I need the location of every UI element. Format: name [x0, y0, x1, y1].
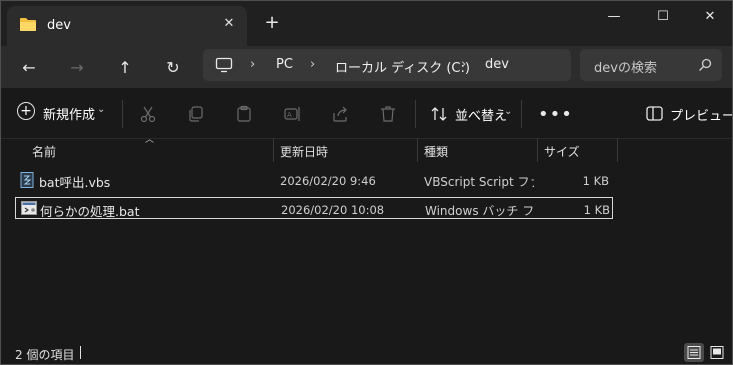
file-date: 2026/02/20 10:08: [281, 203, 385, 217]
item-count: 2 個の項目: [15, 348, 75, 362]
breadcrumb-dev[interactable]: dev: [485, 57, 509, 72]
folder-icon: [19, 17, 37, 35]
toolbar-divider: [122, 100, 123, 128]
file-row-selected[interactable]: 何らかの処理.bat 2026/02/20 10:08 Windows バッチ …: [15, 197, 613, 219]
delete-icon[interactable]: [379, 105, 397, 123]
tiles-view-button[interactable]: [707, 343, 727, 362]
file-name: bat呼出.vbs: [39, 175, 111, 190]
new-label: 新規作成: [43, 108, 96, 123]
navigation-bar: ← → ↑ ↻ › PC › ローカル ディスク (C:) › dev devの…: [1, 46, 732, 88]
vbscript-file-icon: [20, 172, 34, 191]
column-header-name[interactable]: 名前: [32, 143, 56, 160]
rename-icon[interactable]: A: [283, 105, 301, 123]
sort-icon: [431, 106, 447, 125]
more-options-button[interactable]: •••: [538, 104, 573, 125]
search-input[interactable]: devの検索: [594, 57, 657, 76]
column-divider[interactable]: [273, 138, 274, 162]
preview-pane-icon: [646, 106, 663, 124]
new-tab-button[interactable]: +: [263, 14, 281, 32]
title-bar: dev ✕ + — ☐ ✕: [1, 1, 732, 46]
tab-close-button[interactable]: ✕: [219, 14, 239, 34]
add-icon: +: [17, 102, 35, 120]
column-header-date[interactable]: 更新日時: [280, 143, 328, 160]
cut-icon[interactable]: [139, 105, 157, 123]
close-window-button[interactable]: ✕: [687, 6, 732, 28]
address-bar[interactable]: › PC › ローカル ディスク (C:) › dev: [203, 49, 571, 81]
status-bar: 2 個の項目: [1, 341, 732, 364]
up-button[interactable]: ↑: [111, 54, 139, 82]
file-type: VBScript Script ファ...: [424, 175, 534, 189]
copy-icon[interactable]: [187, 105, 205, 123]
batch-file-icon: [21, 201, 37, 218]
back-button[interactable]: ←: [15, 54, 43, 82]
command-bar: + 新規作成 ⌄ A 並べ替え ⌄ ••• プレビュー: [1, 88, 732, 139]
paste-icon[interactable]: [235, 105, 253, 123]
chevron-down-icon: ⌄: [504, 106, 513, 117]
share-icon[interactable]: [331, 105, 349, 123]
breadcrumb-separator: ›: [461, 57, 467, 72]
sort-ascending-icon: ︿: [145, 135, 155, 145]
breadcrumb-pc[interactable]: PC: [276, 57, 293, 72]
column-header-size[interactable]: サイズ: [544, 143, 580, 160]
chevron-down-icon: ⌄: [97, 104, 106, 115]
computer-icon: [215, 57, 233, 76]
breadcrumb-local-disk[interactable]: ローカル ディスク (C:): [335, 57, 470, 76]
file-type: Windows バッチ ファ...: [425, 204, 535, 218]
file-size: 1 KB: [583, 203, 610, 217]
status-divider: [80, 346, 81, 359]
column-header-type[interactable]: 種類: [424, 143, 448, 160]
column-divider[interactable]: [617, 138, 618, 162]
toolbar-divider: [415, 100, 416, 128]
column-divider[interactable]: [417, 138, 418, 162]
file-date: 2026/02/20 9:46: [280, 174, 376, 188]
file-row[interactable]: bat呼出.vbs 2026/02/20 9:46 VBScript Scrip…: [15, 169, 613, 191]
tiles-view-icon: [710, 346, 724, 359]
minimize-button[interactable]: —: [591, 6, 637, 28]
file-explorer-window: dev ✕ + — ☐ ✕ ← → ↑ ↻ › PC › ローカル ディスク (…: [0, 0, 733, 365]
details-view-icon: [687, 346, 701, 359]
preview-label: プレビュー: [670, 109, 733, 124]
file-name: 何らかの処理.bat: [40, 204, 140, 219]
column-header-row: ︿ 名前 更新日時 種類 サイズ: [1, 135, 732, 162]
details-view-button[interactable]: [684, 343, 704, 362]
toolbar-divider: [521, 100, 522, 128]
breadcrumb-separator: ›: [250, 57, 256, 72]
forward-button[interactable]: →: [63, 54, 91, 82]
search-box[interactable]: devの検索: [580, 49, 722, 81]
svg-text:A: A: [287, 111, 292, 119]
search-icon: [698, 58, 712, 75]
maximize-button[interactable]: ☐: [640, 6, 686, 28]
sort-label: 並べ替え: [455, 109, 508, 124]
tab-title: dev: [47, 18, 71, 33]
column-divider[interactable]: [537, 138, 538, 162]
file-size: 1 KB: [582, 174, 609, 188]
refresh-button[interactable]: ↻: [159, 54, 187, 82]
breadcrumb-separator: ›: [310, 57, 316, 72]
tab-dev[interactable]: dev ✕: [7, 6, 247, 46]
